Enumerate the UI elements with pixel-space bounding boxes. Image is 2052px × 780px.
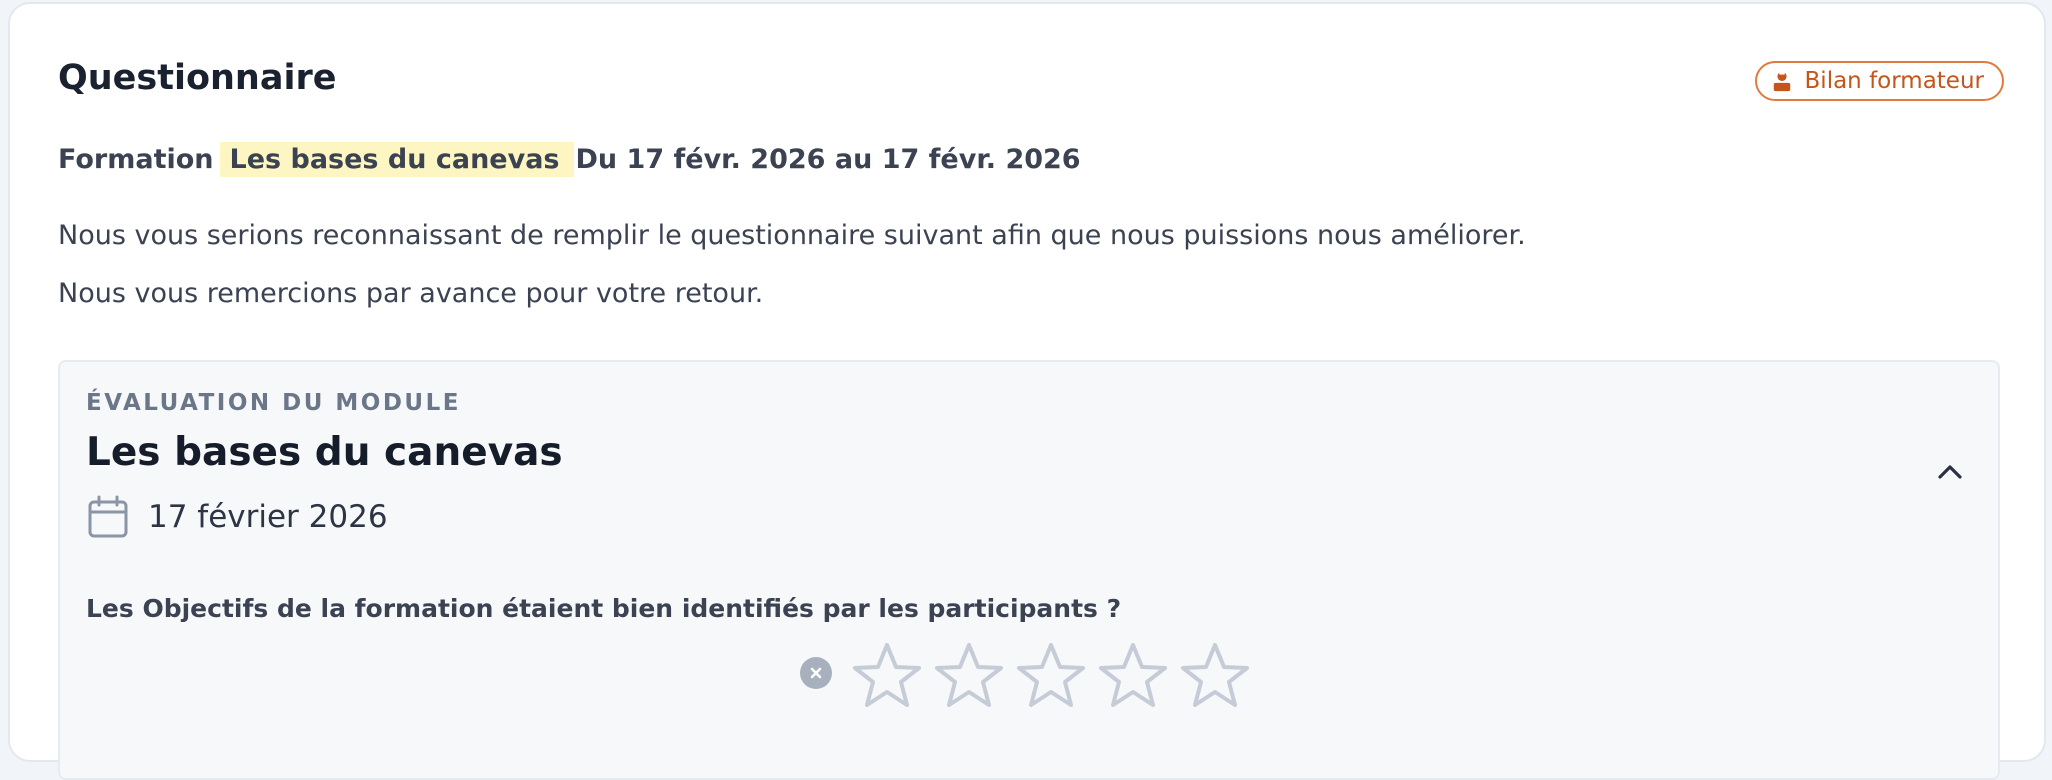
formation-name: Les bases du canevas (219, 142, 574, 177)
module-evaluation-panel: ÉVALUATION DU MODULE Les bases du caneva… (58, 360, 2000, 780)
module-date-row: 17 février 2026 (86, 494, 388, 540)
calendar-icon (88, 495, 128, 538)
star-icon[interactable] (1096, 640, 1170, 712)
star-icon[interactable] (1178, 640, 1252, 712)
star-icon[interactable] (932, 640, 1006, 712)
module-title: Les bases du canevas (86, 430, 563, 475)
formation-label: Formation (58, 144, 214, 175)
star-icon[interactable] (850, 640, 924, 712)
star-rating (800, 640, 1260, 712)
trainer-icon (1773, 71, 1790, 92)
star-icon[interactable] (1014, 640, 1088, 712)
chevron-up-icon[interactable] (1930, 452, 1970, 492)
questionnaire-card: Questionnaire Bilan formateur Formation … (8, 2, 2046, 780)
intro-text-1: Nous vous serions reconnaissant de rempl… (58, 220, 1526, 251)
intro-text-2: Nous vous remercions par avance pour vot… (58, 278, 764, 309)
module-date: 17 février 2026 (148, 499, 388, 535)
formation-dates: Du 17 févr. 2026 au 17 févr. 2026 (575, 144, 1081, 175)
page-title: Questionnaire (58, 58, 337, 98)
formation-info: Formation Les bases du canevas Du 17 fév… (58, 142, 1081, 177)
clear-icon[interactable] (800, 657, 832, 689)
badge-label: Bilan formateur (1804, 68, 1984, 94)
question-label: Les Objectifs de la formation étaient bi… (86, 594, 1122, 623)
module-eyebrow: ÉVALUATION DU MODULE (86, 390, 461, 416)
bilan-formateur-button[interactable]: Bilan formateur (1754, 61, 2004, 101)
